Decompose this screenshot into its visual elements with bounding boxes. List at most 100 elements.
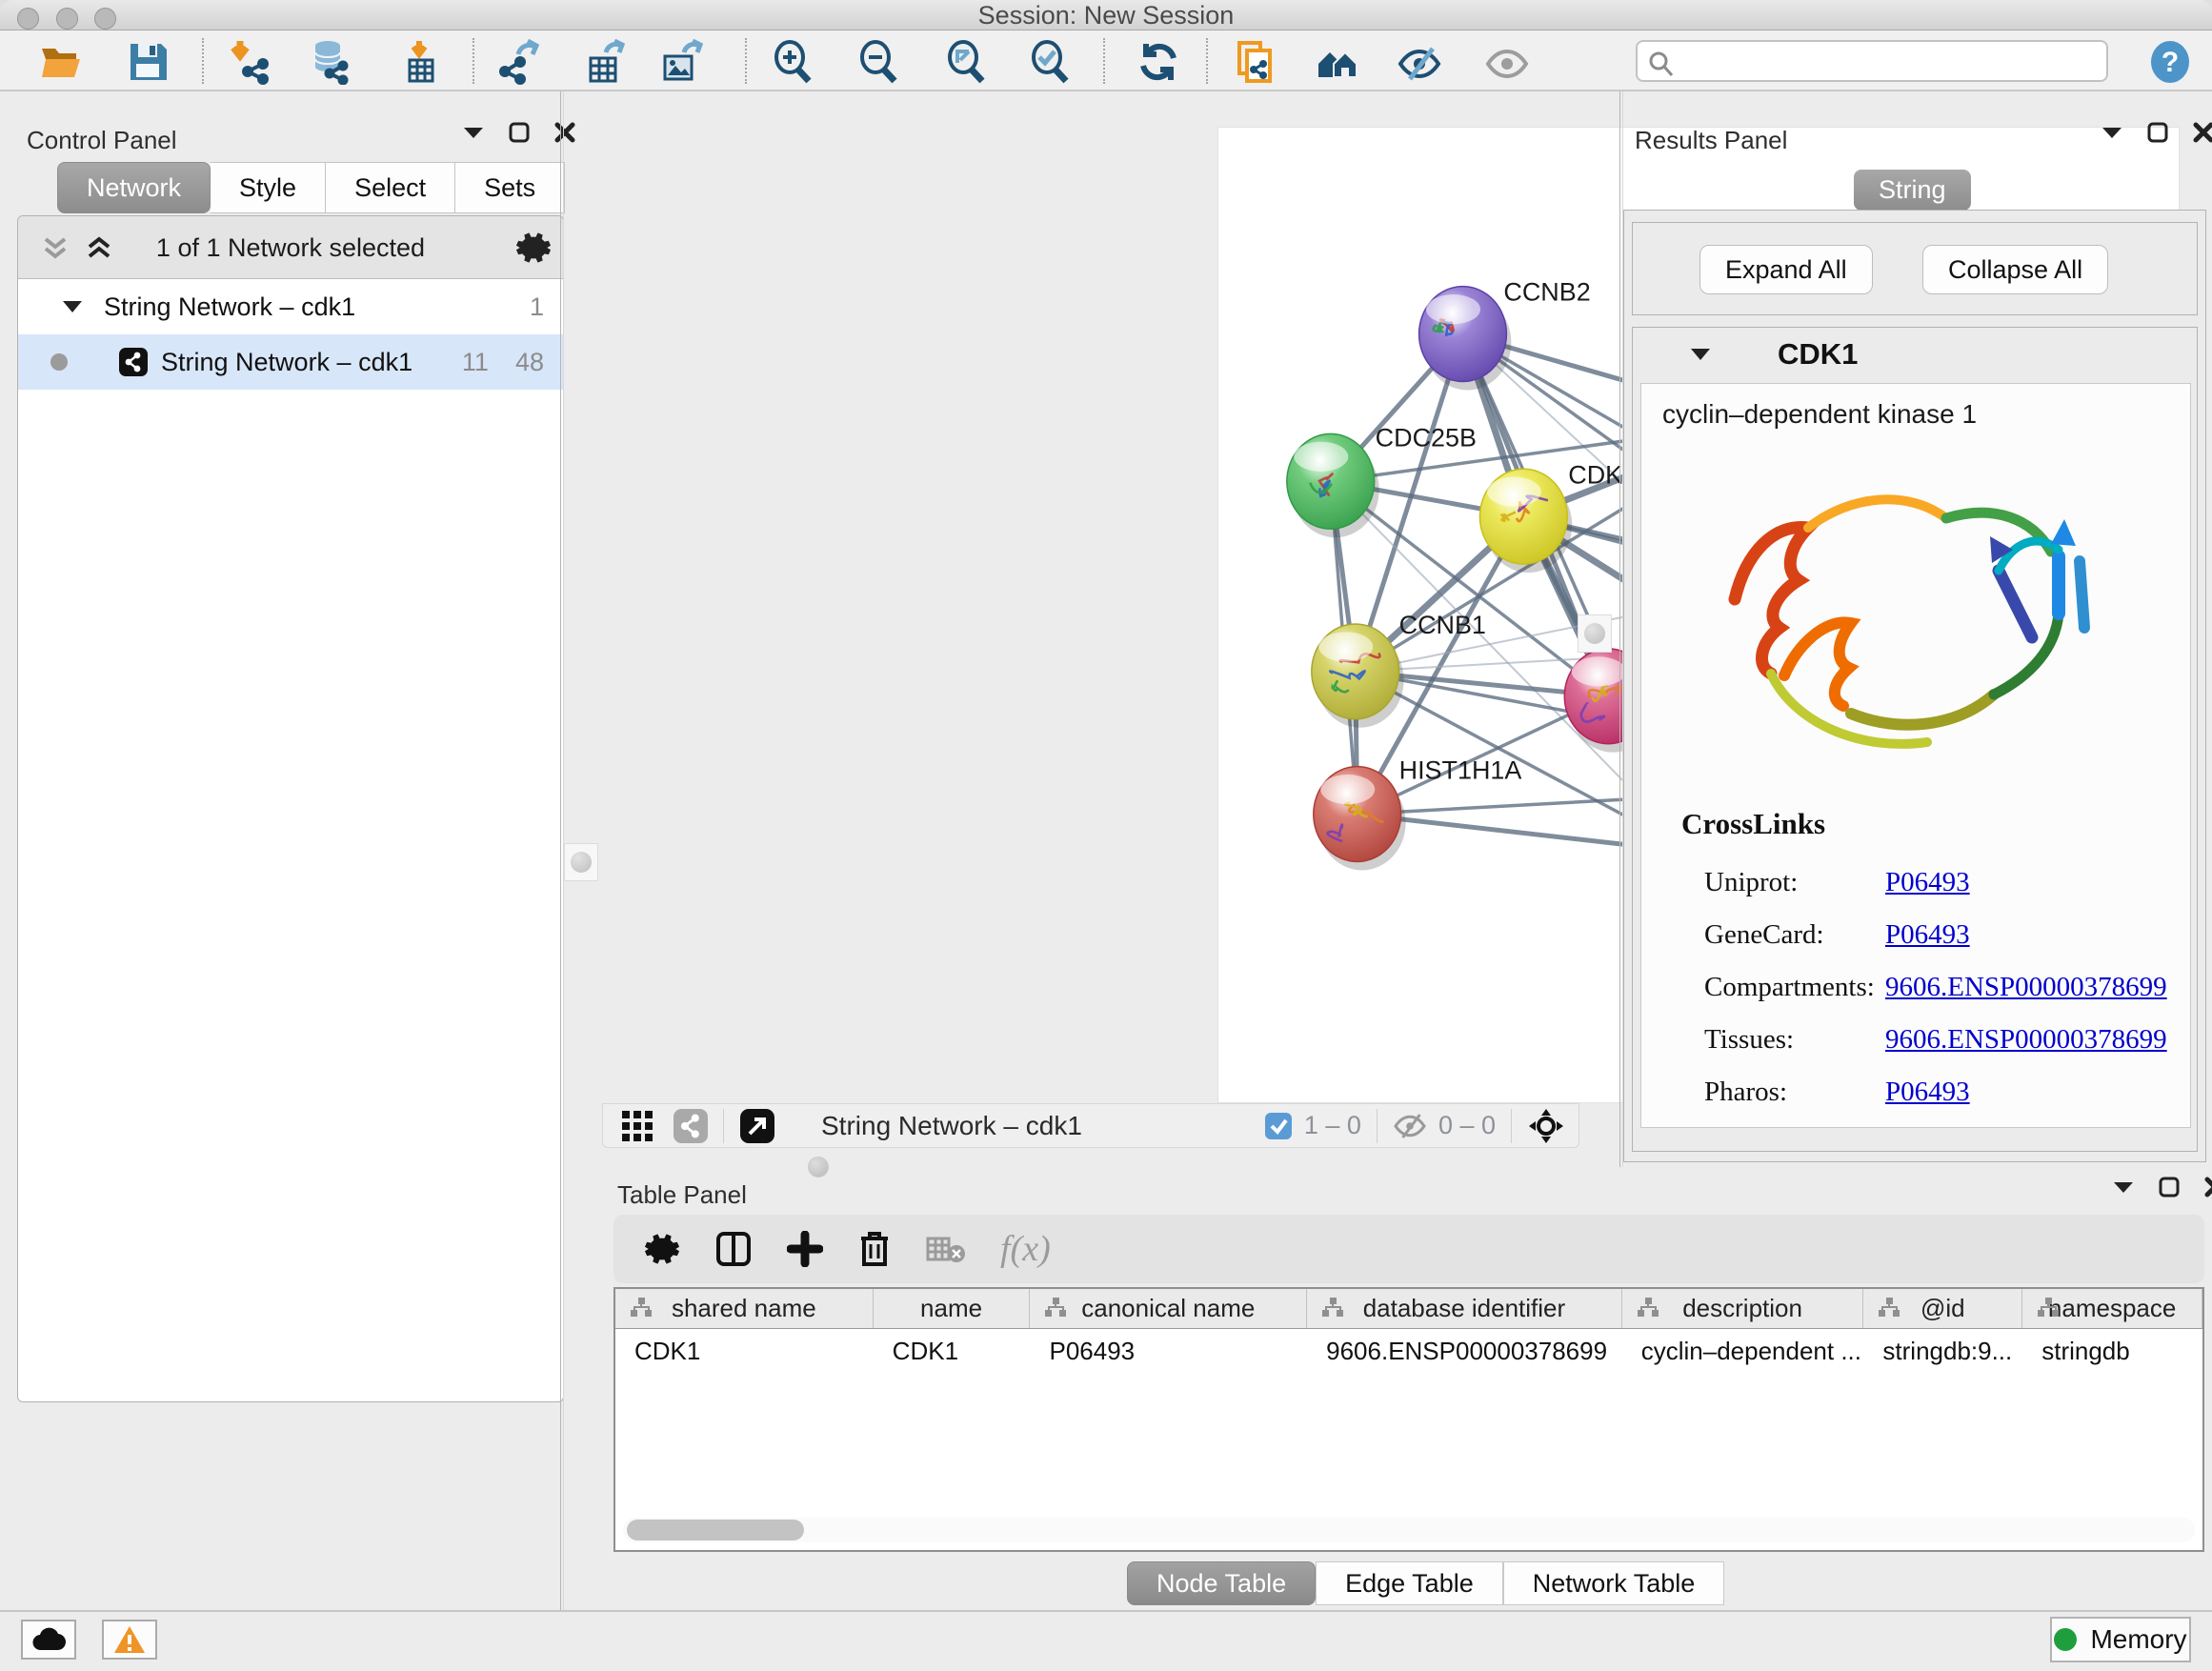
panel-menu-icon[interactable] [463, 125, 484, 140]
selected-checkbox-icon[interactable] [1264, 1112, 1293, 1140]
table-cell[interactable]: P06493 [1030, 1329, 1307, 1371]
export-table-button[interactable] [583, 39, 629, 85]
memory-button[interactable]: Memory [2050, 1617, 2191, 1662]
table-horizontal-scrollbar[interactable] [623, 1518, 2195, 1542]
network-options-gear-icon[interactable] [515, 230, 552, 266]
grid-view-icon[interactable] [620, 1109, 654, 1143]
zoom-selected-button[interactable] [1027, 39, 1073, 85]
column-header-description[interactable]: description [1622, 1289, 1864, 1328]
function-builder-icon[interactable]: f(x) [1000, 1228, 1051, 1270]
column-type-icon [1636, 1297, 1660, 1326]
network-row[interactable]: String Network – cdk1 11 48 [18, 334, 563, 390]
tab-node-table[interactable]: Node Table [1127, 1561, 1316, 1605]
network-node-HIST1H1A[interactable] [1314, 767, 1406, 871]
table-cell[interactable]: CDK1 [615, 1329, 874, 1371]
float-panel-icon[interactable] [2147, 122, 2168, 143]
column-header-canonical-name[interactable]: canonical name [1030, 1289, 1307, 1328]
tab-network-table[interactable]: Network Table [1503, 1561, 1725, 1605]
zoom-in-button[interactable] [770, 39, 815, 85]
delete-table-icon[interactable] [926, 1235, 966, 1263]
zoom-fit-button[interactable] [943, 39, 989, 85]
tab-select[interactable]: Select [326, 162, 455, 213]
import-table-button[interactable] [396, 39, 442, 85]
panel-menu-icon[interactable] [2101, 125, 2122, 140]
column-header-namespace[interactable]: namespace [2022, 1289, 2202, 1328]
crosslink-link[interactable]: 9606.ENSP00000378699 [1885, 972, 2167, 1003]
column-header-database-identifier[interactable]: database identifier [1307, 1289, 1622, 1328]
table-header-row: shared namenamecanonical namedatabase id… [615, 1289, 2202, 1329]
delete-column-icon[interactable] [857, 1230, 892, 1268]
import-network-file-button[interactable] [229, 39, 274, 85]
column-header-shared-name[interactable]: shared name [615, 1289, 874, 1328]
table-cell[interactable]: CDK1 [874, 1329, 1031, 1371]
table-cell[interactable]: stringdb:9... [1863, 1329, 2022, 1371]
column-header-label: namespace [2048, 1294, 2176, 1323]
column-header-name[interactable]: name [874, 1289, 1031, 1328]
expand-all-button[interactable]: Expand All [1699, 245, 1873, 294]
left-divider-handle[interactable] [564, 843, 598, 881]
network-collection-count: 1 [530, 292, 544, 322]
node-result-header[interactable]: CDK1 [1633, 328, 2197, 381]
crosslink-link[interactable]: 9606.ENSP00000378699 [1885, 1024, 2167, 1056]
pan-crosshair-icon[interactable] [1527, 1107, 1565, 1145]
hidden-count: 0 – 0 [1438, 1111, 1496, 1140]
memory-label: Memory [2090, 1624, 2186, 1655]
export-table-icon [583, 39, 629, 85]
table-cell[interactable]: stringdb [2022, 1329, 2202, 1371]
crosslink-row: Uniprot:P06493 [1704, 856, 2181, 909]
crosslink-label: Uniprot: [1704, 867, 1885, 898]
collapse-all-button[interactable]: Collapse All [1922, 245, 2108, 294]
network-node-CDC25B[interactable] [1287, 433, 1379, 537]
table-options-gear-icon[interactable] [644, 1231, 680, 1267]
warnings-button[interactable] [102, 1620, 157, 1660]
tab-string[interactable]: String [1854, 170, 1971, 211]
column-type-icon [1043, 1297, 1068, 1326]
column-header-@id[interactable]: @id [1863, 1289, 2022, 1328]
tab-sets[interactable]: Sets [455, 162, 565, 213]
save-session-button[interactable] [126, 39, 171, 85]
crosslink-link[interactable]: P06493 [1885, 867, 1970, 898]
zoom-out-button[interactable] [855, 39, 901, 85]
import-network-database-button[interactable] [307, 39, 352, 85]
tree-expand-icon[interactable] [62, 299, 83, 314]
tab-network[interactable]: Network [57, 162, 211, 213]
network-view-icon[interactable] [674, 1109, 708, 1143]
create-column-icon[interactable] [787, 1231, 823, 1267]
close-panel-icon[interactable] [2204, 1177, 2212, 1198]
tab-style[interactable]: Style [211, 162, 326, 213]
column-header-label: description [1682, 1294, 1802, 1323]
hide-selected-button[interactable] [1397, 39, 1442, 85]
help-button[interactable]: ? [2147, 39, 2193, 85]
close-panel-icon[interactable] [554, 122, 575, 143]
panel-menu-icon[interactable] [2113, 1179, 2134, 1195]
float-panel-icon[interactable] [2159, 1177, 2180, 1198]
crosslink-link[interactable]: P06493 [1885, 919, 1970, 951]
node-description: cyclin–dependent kinase 1 [1662, 399, 1977, 430]
results-panel: Results Panel String Expand All Collapse… [1581, 91, 2212, 1167]
crosslink-link[interactable]: P06493 [1885, 1077, 1970, 1108]
show-hidden-button[interactable] [1484, 39, 1530, 85]
scrollbar-thumb[interactable] [627, 1520, 804, 1540]
network-view-panel: CCNB2CCNA1CDC25BCDK1CDC6RB1CCNB1CCNA2CDK… [600, 91, 1581, 1167]
refresh-view-button[interactable] [1136, 39, 1181, 85]
tab-edge-table[interactable]: Edge Table [1316, 1561, 1503, 1605]
network-node-CCNB2[interactable] [1419, 287, 1512, 391]
clone-network-button[interactable] [1234, 39, 1279, 85]
eye-slash-icon [1397, 39, 1442, 85]
table-cell[interactable]: cyclin–dependent ... [1622, 1329, 1864, 1371]
detach-view-icon[interactable] [739, 1108, 775, 1144]
collapse-entry-icon[interactable] [1690, 347, 1711, 362]
open-session-button[interactable] [38, 39, 84, 85]
close-panel-icon[interactable] [2193, 122, 2212, 143]
float-panel-icon[interactable] [509, 122, 530, 143]
show-columns-icon[interactable] [714, 1230, 753, 1268]
network-collection-row[interactable]: String Network – cdk1 1 [18, 279, 563, 334]
show-all-networks-button[interactable] [1315, 39, 1360, 85]
crosslink-label: Pharos: [1704, 1077, 1885, 1108]
table-cell[interactable]: 9606.ENSP00000378699 [1307, 1329, 1622, 1371]
cloud-status-button[interactable] [21, 1620, 76, 1660]
search-input[interactable] [1685, 44, 2095, 78]
export-image-button[interactable] [659, 39, 705, 85]
network-node-CDK1[interactable] [1479, 469, 1572, 573]
export-network-button[interactable] [497, 39, 543, 85]
